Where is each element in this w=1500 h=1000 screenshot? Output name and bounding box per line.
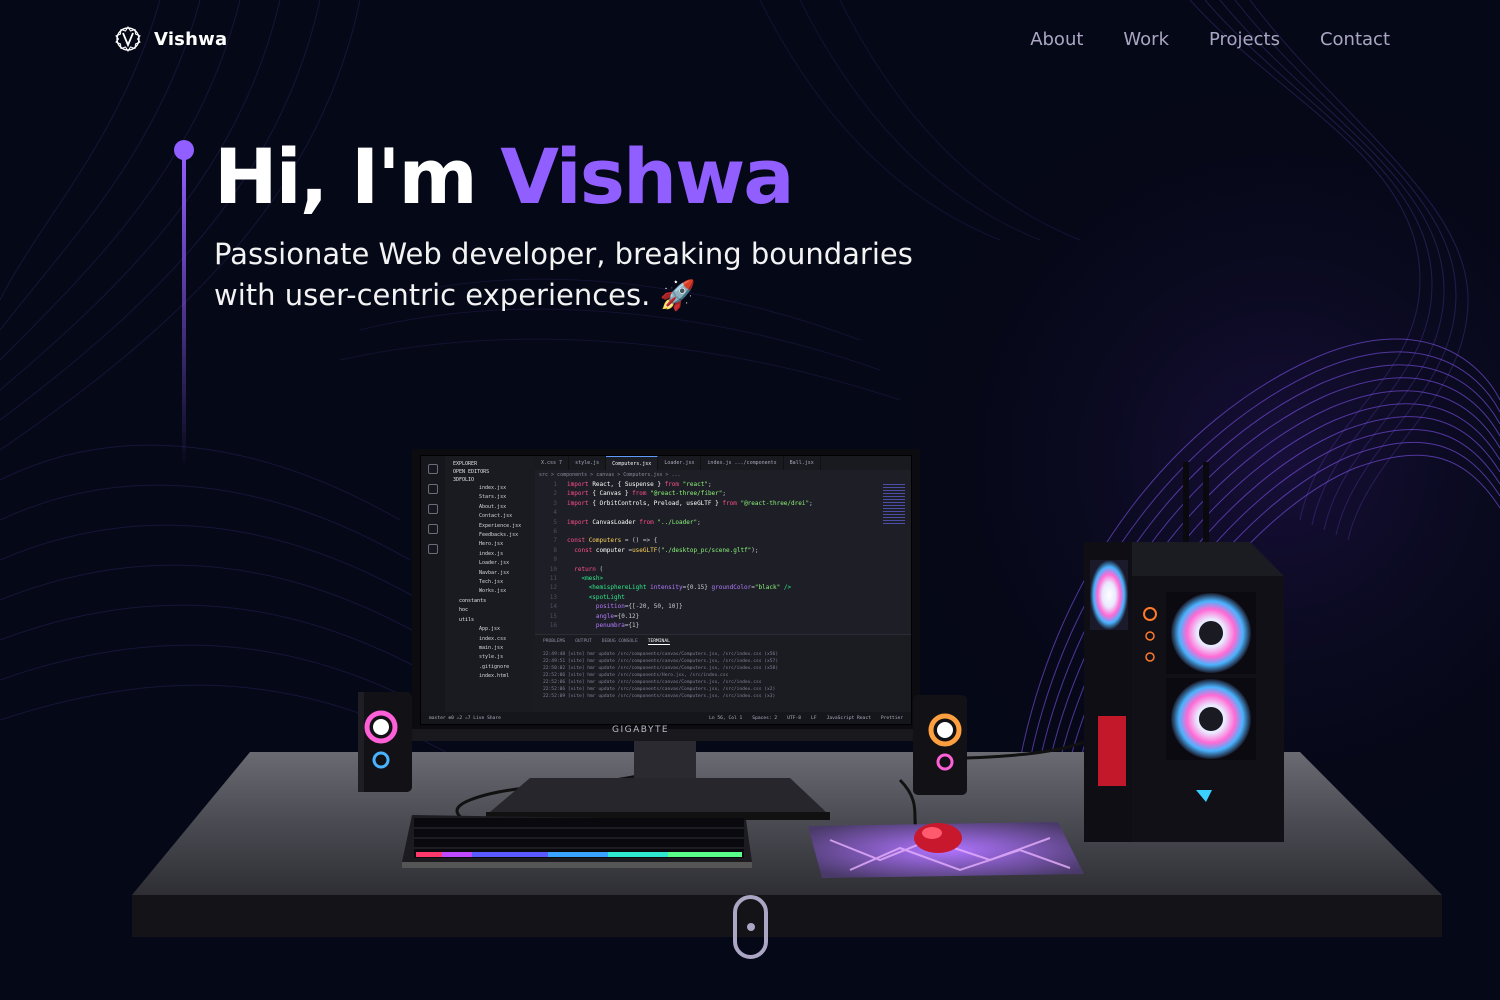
file-item: Loader.jsx [479, 560, 510, 567]
status-item: UTF-8 [787, 715, 802, 721]
panel-tab: PROBLEMS [543, 639, 566, 644]
file-item: Tech.jsx [479, 579, 504, 586]
status-item: JavaScript React [826, 715, 871, 721]
nav-link-projects[interactable]: Projects [1209, 29, 1280, 50]
file-item: Stars.jsx [479, 494, 507, 501]
file-item: Experience.jsx [479, 522, 522, 529]
hero-subtitle-line2: with user-centric experiences. 🚀 [214, 278, 696, 312]
file-item: About.jsx [479, 503, 507, 510]
keyboard [402, 815, 752, 868]
activity-bar [421, 456, 445, 724]
hero-title: Hi, I'm Vishwa [214, 132, 994, 222]
terminal-output: 22:49:48 [vite] hmr update /src/componen… [535, 649, 911, 702]
folder-item: constants [459, 597, 487, 604]
files-icon [428, 464, 438, 474]
terminal-line: 22:49:51 [vite] hmr update /src/componen… [543, 659, 779, 664]
file-item: .gitignore [479, 663, 510, 670]
file-item: Navbar.jsx [479, 569, 510, 576]
editor-minimap [883, 484, 905, 524]
project-folder: 3DFOLIO [453, 477, 475, 483]
editor-tab-active: Computers.jsx [606, 456, 659, 470]
search-icon [428, 484, 438, 494]
monitor-screen: EXPLORER OPEN EDITORS 3DFOLIO index.jsx … [420, 455, 912, 725]
file-item: index.jsx [479, 485, 507, 491]
terminal-line: 22:52:09 [vite] hmr update /src/componen… [543, 694, 776, 699]
folder-item: utils [459, 616, 475, 623]
folder-item: hoc [459, 607, 469, 614]
hero-title-name: Vishwa [500, 132, 794, 221]
terminal-line: 22:52:06 [vite] hmr update /src/componen… [543, 673, 729, 678]
v-logo-icon [115, 26, 141, 52]
right-speaker [913, 695, 967, 795]
left-speaker [358, 692, 412, 792]
brand-name: Vishwa [154, 28, 228, 50]
hero-accent-line [174, 140, 194, 469]
hero-subtitle: Passionate Web developer, breaking bound… [214, 234, 994, 316]
scroll-to-about-button[interactable] [733, 895, 768, 959]
file-item: Works.jsx [479, 588, 507, 595]
terminal-line: 22:52:06 [vite] hmr update /src/componen… [543, 687, 776, 692]
status-left: master ⊗0 ⚠2 ⚠7 Live Share [429, 715, 501, 721]
status-item: Ln 56, Col 1 [709, 715, 743, 721]
status-item: Prettier [880, 715, 903, 721]
pc-case [1084, 462, 1284, 842]
nav-link-contact[interactable]: Contact [1320, 29, 1390, 50]
code-area: 1 import React, { Suspense } from "react"… [549, 481, 813, 630]
mouse [914, 823, 962, 853]
navbar: Vishwa About Work Projects Contact [0, 0, 1500, 78]
hero-section: Hi, I'm Vishwa Passionate Web developer,… [214, 132, 994, 316]
nav-link-work[interactable]: Work [1123, 29, 1169, 50]
hero-subtitle-line1: Passionate Web developer, breaking bound… [214, 237, 913, 271]
source-control-icon [428, 504, 438, 514]
terminal-panel: PROBLEMS OUTPUT DEBUG CONSOLE TERMINAL 2… [535, 634, 911, 714]
nav-links: About Work Projects Contact [1030, 29, 1390, 50]
file-item: main.jsx [479, 644, 504, 651]
editor-breadcrumb: src > components > canvas > Computers.js… [539, 472, 681, 478]
terminal-line: 22:50:02 [vite] hmr update /src/componen… [543, 666, 779, 671]
monitor-brand: GIGABYTE [612, 725, 670, 735]
editor-tab: index.js .../components [701, 456, 784, 470]
file-item: App.jsx [479, 626, 501, 633]
editor-tab: Ball.jsx [784, 456, 821, 470]
panel-tabs: PROBLEMS OUTPUT DEBUG CONSOLE TERMINAL [535, 635, 911, 649]
editor-tab: X.css 7 [535, 456, 570, 470]
status-item: LF [811, 715, 817, 721]
panel-tab: DEBUG CONSOLE [601, 639, 638, 644]
file-item: index.html [479, 673, 510, 680]
editor-tab: style.js [569, 456, 607, 470]
panel-tab: OUTPUT [575, 639, 592, 644]
monitor-stand [486, 738, 830, 820]
file-item: index.css [479, 635, 507, 642]
terminal-line: 22:49:48 [vite] hmr update /src/componen… [543, 652, 779, 657]
file-item: style.js [479, 654, 504, 661]
file-item: Feedbacks.jsx [479, 532, 519, 539]
explorer-title: EXPLORER [453, 461, 478, 467]
editor-tabs: X.css 7 style.js Computers.jsx Loader.js… [535, 456, 911, 470]
extensions-icon [428, 544, 438, 554]
terminal-line: 22:52:06 [vite] hmr update /src/componen… [543, 680, 762, 685]
open-editors: OPEN EDITORS [453, 469, 490, 475]
file-item: Contact.jsx [479, 513, 513, 520]
panel-tab-active: TERMINAL [647, 639, 670, 645]
mouse-scroll-icon [747, 923, 755, 931]
run-icon [428, 524, 438, 534]
file-item: index.js [479, 550, 504, 557]
status-item: Spaces: 2 [752, 715, 778, 721]
brand-link[interactable]: Vishwa [114, 25, 227, 53]
nav-link-about[interactable]: About [1030, 29, 1083, 50]
hero-title-prefix: Hi, I'm [214, 132, 501, 221]
editor-statusbar: master ⊗0 ⚠2 ⚠7 Live Share Ln 56, Col 1 … [421, 712, 911, 724]
editor-tab: Loader.jsx [658, 456, 702, 470]
file-item: Hero.jsx [479, 541, 504, 548]
explorer-panel: EXPLORER OPEN EDITORS 3DFOLIO index.jsx … [445, 456, 535, 724]
